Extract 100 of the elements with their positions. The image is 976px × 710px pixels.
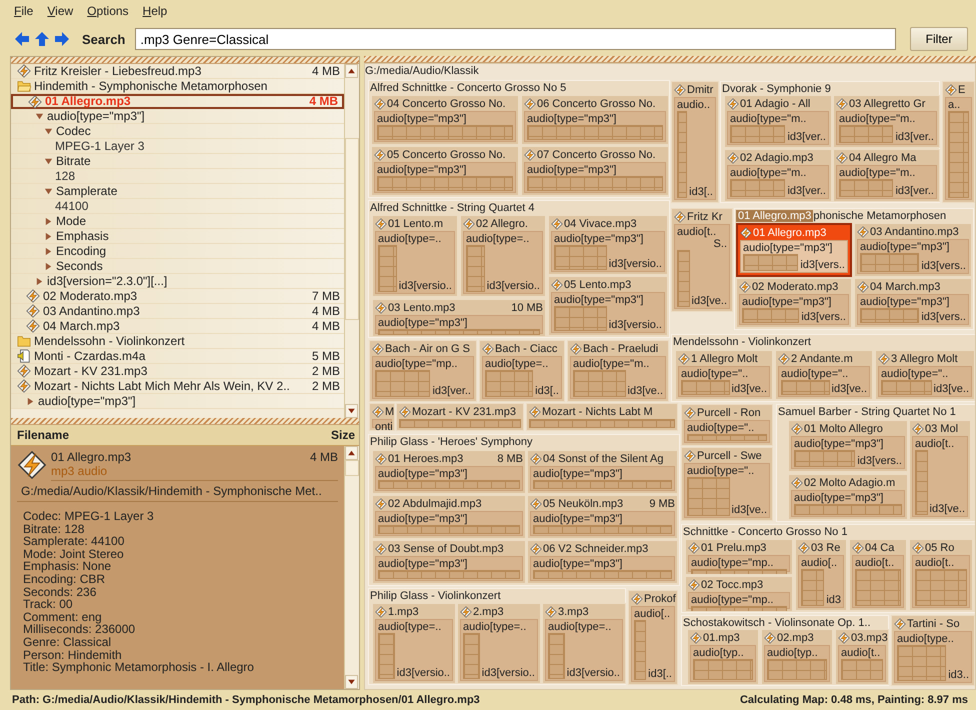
- file-tile[interactable]: 03 Sense of Doubt.mp3 audio[type="mp3"]: [372, 540, 526, 584]
- tree-row[interactable]: Mozart - KV 231.mp3 2 MB: [11, 364, 344, 379]
- file-tile[interactable]: 01 Prelu.mp3 audio[type="mp..: [685, 539, 793, 575]
- audio-tile[interactable]: audio[type="mp3"]: [524, 162, 666, 193]
- file-tile[interactable]: 06 V2 Schneider.mp3 audio[type="mp3"]: [527, 540, 678, 584]
- file-tile[interactable]: Bach - Ciacc audio[type=.. id3[..: [479, 340, 565, 402]
- file-tile[interactable]: 04 Allegro Ma audio[type="m.. id3[ver..: [833, 149, 940, 202]
- file-tile[interactable]: 01.mp3 audio[typ..: [687, 629, 759, 685]
- file-tile[interactable]: 02 Tocc.mp3 audio[type="mp..: [685, 576, 793, 612]
- splitter-bar[interactable]: [364, 56, 976, 63]
- tree-row[interactable]: Seconds: [11, 259, 344, 274]
- file-tile[interactable]: 01 Molto Allegro audio[type="mp3"] id3[vers..: [788, 420, 908, 472]
- tree-row[interactable]: Monti - Czardas.m4a 5 MB: [11, 349, 344, 364]
- right-triangle-icon[interactable]: [35, 276, 44, 286]
- file-tile[interactable]: 02 Moderato.mp3 audio[type="mp3"] id3[vers..: [736, 278, 852, 328]
- file-tile[interactable]: Prokof audio[.. id3[..: [628, 590, 678, 685]
- filter-button[interactable]: Filter: [910, 27, 968, 51]
- audio-tile[interactable]: audio[type="mp3"]: [374, 111, 516, 142]
- file-tile[interactable]: 04 Concerto Grosso No. audio[type="mp3"]: [371, 95, 519, 145]
- audio-tile[interactable]: onti: [372, 419, 392, 428]
- audio-tile[interactable]: audio[type="m.. id3[ver..: [727, 111, 829, 145]
- folder-tile[interactable]: [368, 434, 680, 586]
- audio-tile[interactable]: audio[type="mp.. id3[ver..: [372, 356, 474, 399]
- audio-tile[interactable]: audio[t.. id3[ve..: [912, 436, 968, 517]
- down-triangle-icon[interactable]: [44, 126, 53, 136]
- audio-tile[interactable]: audio[type="mp3"]: [530, 511, 675, 536]
- down-triangle-icon[interactable]: [44, 186, 53, 196]
- audio-tile[interactable]: audio[type="mp3"] id3[vers..: [791, 436, 905, 469]
- tree-row[interactable]: Mode: [11, 214, 344, 229]
- file-tile[interactable]: Purcell - Swe audio[type=".. id3[ve..: [681, 447, 773, 521]
- audio-tile[interactable]: audio[type="mp3"]: [375, 556, 523, 581]
- file-tile[interactable]: Mozart - KV 231.mp3: [396, 403, 524, 431]
- folder-tile[interactable]: [368, 80, 670, 198]
- scrollbar[interactable]: [344, 64, 359, 418]
- menu-item[interactable]: Options: [87, 4, 129, 18]
- audio-tile[interactable]: audio[type="mp3"] id3[versio..: [551, 231, 665, 272]
- up-arrow-icon[interactable]: [34, 31, 50, 47]
- file-tile[interactable]: 04 Ca audio[t..: [849, 539, 907, 611]
- file-tile[interactable]: 1.mp3 audio[type=.. id3[versio..: [372, 603, 456, 684]
- file-tile[interactable]: 02 Adagio.mp3 audio[type="m.. id3[ver..: [724, 149, 832, 202]
- audio-tile[interactable]: audio[t..: [838, 645, 886, 682]
- tree-row[interactable]: Emphasis: [11, 229, 344, 244]
- tree-row[interactable]: id3[version="2.3.0"][...]: [11, 274, 344, 289]
- file-tile[interactable]: Tartini - So audio[type.. id3..: [891, 615, 975, 686]
- scroll-down-icon[interactable]: [345, 404, 358, 418]
- folder-tile[interactable]: Dvorak - Symphonie 9 01 Adagio - All audio[type="m.. id3[ver.. 03 Allegretto Gr audio[type="m.. id3[ver.. 02 Adagio.mp3 audio[type="m.. id3[ver.. 04 Allegro Ma audio[type="m.. id3[ver..: [720, 81, 940, 203]
- tree-row[interactable]: Mozart - Nichts Labt Mich Mehr Als Wein, KV 2.. 2 MB: [11, 379, 344, 394]
- tree-row[interactable]: 128: [11, 169, 344, 184]
- down-triangle-icon[interactable]: [35, 112, 44, 120]
- file-tile[interactable]: Bach - Air on G S audio[type="mp.. id3[ver..: [369, 340, 477, 402]
- audio-tile[interactable]: audio[type="mp..: [688, 555, 790, 572]
- right-triangle-icon[interactable]: [44, 216, 53, 226]
- audio-tile[interactable]: audio[type=.. id3[versio..: [545, 619, 623, 681]
- file-tile[interactable]: 01 Allegro.mp3 audio[type="mp3"] id3[vers..: [736, 223, 852, 277]
- audio-tile[interactable]: audio[type="mp3"]: [524, 111, 666, 142]
- tree-row[interactable]: MPEG-1 Layer 3: [11, 139, 344, 154]
- forward-arrow-icon[interactable]: [54, 31, 70, 47]
- audio-tile[interactable]: audio[type="mp3"]: [375, 511, 523, 536]
- file-tile[interactable]: Purcell - Ron audio[type="..: [681, 404, 773, 446]
- folder-tile[interactable]: Schostakowitsch - Violinsonate Op. 1.. 01.mp3 audio[typ.. 02.mp3 audio[typ.. 03.mp3 audio[t..: [681, 615, 889, 686]
- audio-tile[interactable]: audio[type=".. id3[ve..: [778, 366, 870, 397]
- scroll-thumb[interactable]: [345, 138, 359, 320]
- menu-item[interactable]: File: [14, 4, 34, 18]
- scroll-down-icon[interactable]: [345, 675, 358, 689]
- menu-item[interactable]: View: [47, 4, 74, 18]
- audio-tile[interactable]: audio[type=.. id3[versio..: [375, 231, 455, 294]
- tree-row[interactable]: Codec: [11, 124, 344, 139]
- file-tile[interactable]: 04 March.mp3 audio[type="mp3"] id3[vers..: [854, 278, 972, 328]
- audio-tile[interactable]: audio[type="..: [684, 420, 770, 443]
- audio-tile[interactable]: audio[type="mp..: [688, 592, 790, 609]
- audio-tile[interactable]: audio[type="mp3"]: [375, 315, 543, 334]
- file-tile[interactable]: 3.mp3 audio[type=.. id3[versio..: [542, 603, 626, 684]
- audio-tile[interactable]: audio[typ..: [690, 645, 756, 682]
- file-tile[interactable]: 03 Andantino.mp3 audio[type="mp3"] id3[vers..: [854, 223, 972, 277]
- audio-tile[interactable]: audio[type=".. id3[ve..: [878, 366, 972, 397]
- file-tile[interactable]: 04 Vivace.mp3 audio[type="mp3"] id3[versio..: [548, 215, 668, 275]
- tree-row[interactable]: 44100: [11, 199, 344, 214]
- right-triangle-icon[interactable]: [26, 396, 35, 406]
- file-tile[interactable]: Mozart - Nichts Labt M: [526, 403, 678, 431]
- tree-row[interactable]: audio[type="mp3"]: [11, 394, 344, 409]
- back-arrow-icon[interactable]: [14, 31, 30, 47]
- audio-tile[interactable]: audio[type="m.. id3[ve..: [570, 356, 666, 399]
- audio-tile[interactable]: a..: [945, 97, 972, 200]
- audio-tile[interactable]: audio[type="m.. id3[ver..: [836, 111, 937, 145]
- tree-row[interactable]: 04 March.mp3 4 MB: [11, 319, 344, 334]
- file-tile[interactable]: 03 Lento.mp3 10 MB audio[type="mp3"]: [372, 299, 546, 337]
- scroll-up-icon[interactable]: [345, 446, 358, 460]
- file-tile[interactable]: Fritz Kr audio[t.. S.. id3[ve..: [671, 208, 733, 312]
- file-tile[interactable]: 05 Neuköln.mp3 9 MB audio[type="mp3"]: [527, 495, 678, 539]
- right-triangle-icon[interactable]: [44, 262, 53, 270]
- file-tile[interactable]: 1 Allegro Molt audio[type=".. id3[ve..: [675, 350, 773, 400]
- scroll-up-icon[interactable]: [345, 64, 358, 78]
- audio-tile[interactable]: audio[type="mp3"]: [791, 490, 905, 517]
- tree-row[interactable]: Hindemith - Symphonische Metamorphosen: [11, 79, 344, 94]
- file-tile[interactable]: 03 Re audio[.. id3: [795, 539, 847, 611]
- tree-row[interactable]: audio[type="mp3"]: [11, 109, 344, 124]
- file-tile[interactable]: E a..: [942, 81, 975, 203]
- audio-tile[interactable]: audio[type="m.. id3[ver..: [836, 165, 937, 199]
- file-tile[interactable]: 3 Allegro Molt audio[type=".. id3[ve..: [875, 350, 975, 400]
- file-tile[interactable]: 01 Adagio - All audio[type="m.. id3[ver..: [724, 95, 832, 148]
